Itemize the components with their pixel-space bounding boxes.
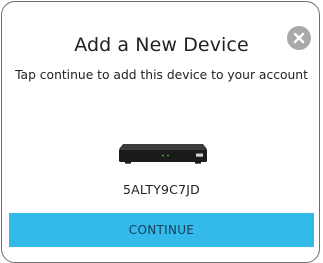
continue-button[interactable]: CONTINUE [9,213,314,247]
dialog-title: Add a New Device [74,34,249,56]
device-image [119,144,207,164]
continue-button-label: CONTINUE [128,223,195,237]
dialog-subtitle: Tap continue to add this device to your … [15,68,308,82]
device-serial-number: 5ALTY9C7JD [123,182,200,197]
add-device-dialog: Add a New Device Tap continue to add thi… [1,1,320,263]
